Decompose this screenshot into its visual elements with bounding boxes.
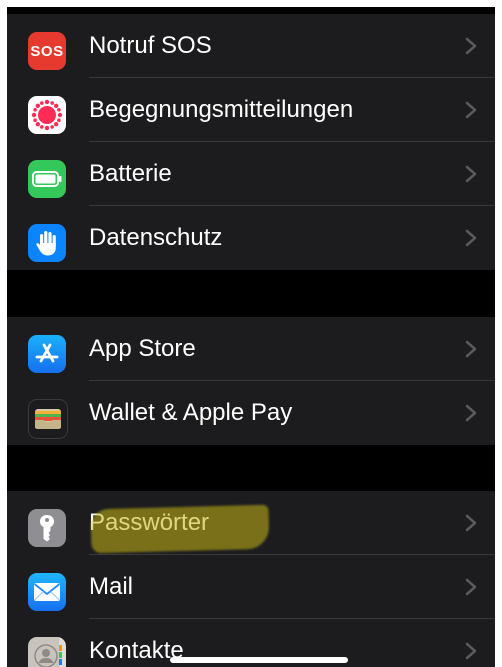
mail-icon (28, 573, 66, 611)
chevron-right-icon (465, 404, 477, 422)
settings-group-system: SOS Notruf SOS Begegnungsmitteilungen Ba… (7, 14, 495, 270)
hand-icon (28, 224, 66, 262)
settings-row-exposure-notifications[interactable]: Begegnungsmitteilungen (7, 78, 495, 142)
chevron-right-icon (465, 229, 477, 247)
settings-row-app-store[interactable]: App Store (7, 317, 495, 381)
settings-row-battery[interactable]: Batterie (7, 142, 495, 206)
settings-row-label: Mail (89, 573, 134, 600)
wallet-icon (28, 399, 68, 439)
sos-icon-text: SOS (30, 42, 64, 60)
chevron-right-icon (465, 340, 477, 358)
exposure-notification-icon (28, 96, 66, 134)
settings-row-label: App Store (89, 335, 196, 362)
chevron-right-icon (465, 101, 477, 119)
battery-icon (28, 160, 66, 198)
chevron-right-icon (465, 642, 477, 660)
marker-highlight (90, 504, 270, 554)
settings-row-mail[interactable]: Mail (7, 555, 495, 619)
settings-row-emergency-sos[interactable]: SOS Notruf SOS (7, 14, 495, 78)
chevron-right-icon (465, 514, 477, 532)
settings-row-label: Wallet & Apple Pay (89, 399, 293, 426)
chevron-right-icon (465, 165, 477, 183)
settings-row-label: Batterie (89, 160, 172, 187)
settings-row-label: Begegnungsmitteilungen (89, 96, 354, 123)
app-store-icon (28, 335, 66, 373)
home-indicator[interactable] (170, 657, 348, 663)
settings-row-label: Datenschutz (89, 224, 223, 251)
key-icon (28, 509, 66, 547)
settings-row-privacy[interactable]: Datenschutz (7, 206, 495, 270)
sos-icon: SOS (28, 32, 66, 70)
settings-group-store: App Store Wallet & Apple Pay (7, 317, 495, 445)
contacts-icon (28, 637, 66, 667)
chevron-right-icon (465, 37, 477, 55)
settings-row-wallet[interactable]: Wallet & Apple Pay (7, 381, 495, 445)
settings-screen: SOS Notruf SOS Begegnungsmitteilungen Ba… (7, 7, 495, 667)
chevron-right-icon (465, 578, 477, 596)
settings-row-label: Notruf SOS (89, 32, 212, 59)
